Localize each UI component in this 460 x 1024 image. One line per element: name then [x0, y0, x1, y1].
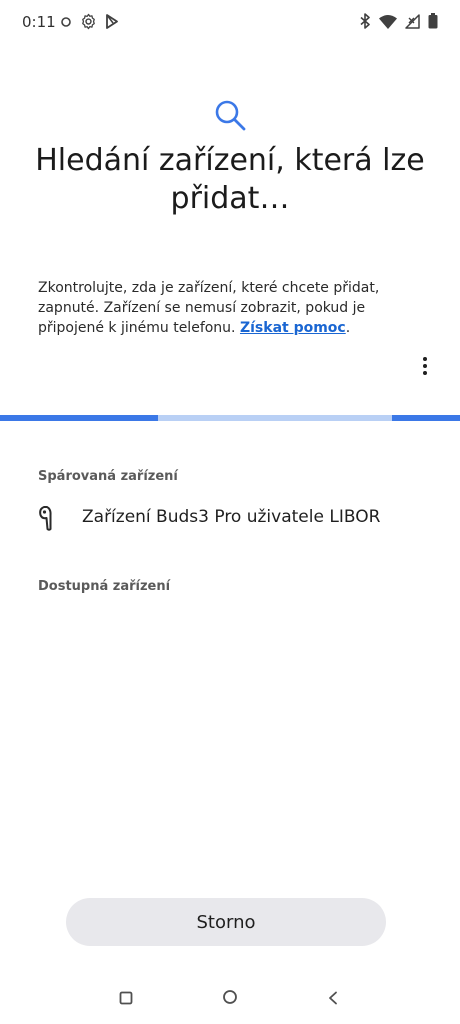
get-help-link[interactable]: Získat pomoc: [240, 320, 346, 336]
progress-bar: [0, 415, 460, 421]
progress-indicator-segment: [0, 415, 158, 421]
recents-button[interactable]: [114, 987, 138, 1011]
more-vert-icon: [422, 356, 428, 380]
cancel-button[interactable]: Storno: [66, 898, 386, 946]
paired-device-item[interactable]: Zařízení Buds3 Pro uživatele LIBOR: [0, 498, 460, 538]
home-button[interactable]: [218, 987, 242, 1011]
search-icon: [212, 97, 248, 133]
description: Zkontrolujte, zda je zařízení, které chc…: [38, 278, 428, 338]
status-time: 0:11: [22, 13, 56, 31]
circle-icon: [60, 16, 72, 28]
paired-devices-header: Spárovaná zařízení: [38, 469, 178, 484]
play-store-icon: [105, 14, 119, 29]
home-icon: [222, 989, 238, 1009]
earbud-icon: [38, 505, 60, 531]
status-left-icons: [60, 13, 119, 30]
recents-icon: [119, 990, 133, 1009]
more-options-button[interactable]: [412, 355, 438, 381]
progress-indicator-segment: [392, 415, 460, 421]
status-bar: 0:11: [0, 0, 460, 46]
back-button[interactable]: [321, 987, 345, 1011]
navigation-bar: [0, 975, 460, 1023]
page-title: Hledání zařízení, která lze přidat…: [35, 143, 425, 216]
bluetooth-icon: [359, 13, 371, 29]
available-devices-header: Dostupná zařízení: [38, 579, 171, 594]
screen: 0:11 Hledání zařízení, která lze přidat……: [0, 0, 460, 1024]
gear-icon: [80, 13, 97, 30]
wifi-icon: [379, 14, 397, 29]
signal-icon: [405, 13, 420, 29]
description-trailing: .: [345, 320, 351, 336]
device-name: Zařízení Buds3 Pro uživatele LIBOR: [82, 507, 381, 527]
status-right-icons: [359, 13, 438, 29]
back-icon: [327, 990, 339, 1009]
battery-icon: [428, 13, 438, 29]
